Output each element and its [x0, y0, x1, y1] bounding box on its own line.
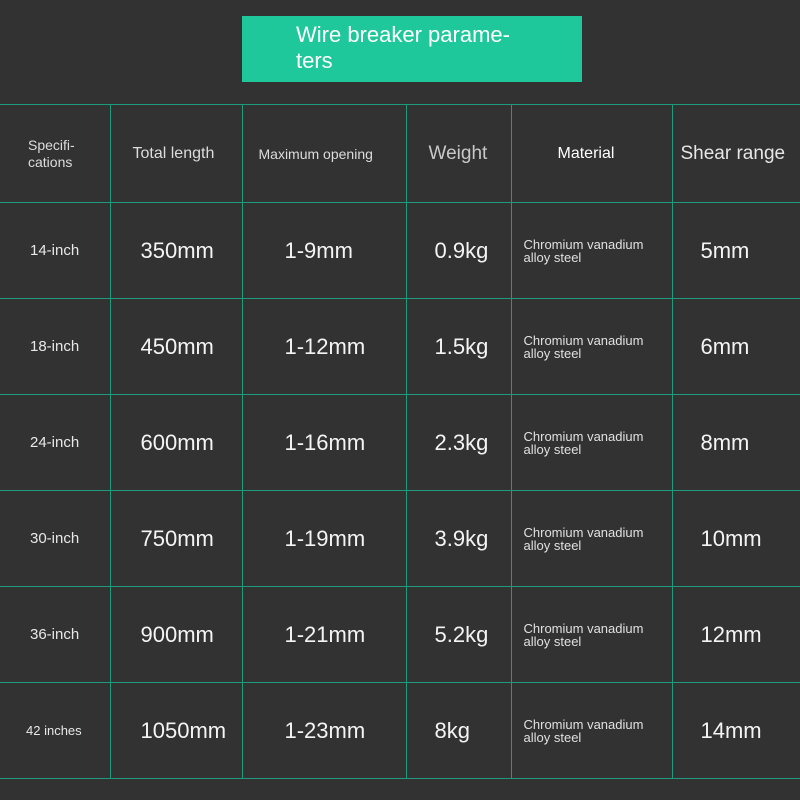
- header-shear-range: Shear range: [671, 104, 800, 203]
- cell-material: Chromium vanadium alloy steel: [510, 298, 673, 395]
- table-row: 18-inch 450mm 1-12mm 1.5kg Chromium vana…: [0, 298, 800, 395]
- table-row: 30-inch 750mm 1-19mm 3.9kg Chromium vana…: [0, 490, 800, 587]
- cell-weight: 8kg: [405, 682, 512, 779]
- header-material: Material: [510, 104, 673, 203]
- cell-max-opening: 1-16mm: [241, 394, 407, 491]
- cell-spec: 14-inch: [0, 202, 111, 299]
- cell-spec: 18-inch: [0, 298, 111, 395]
- cell-weight: 2.3kg: [405, 394, 512, 491]
- cell-total-length: 900mm: [109, 586, 243, 683]
- cell-material: Chromium vanadium alloy steel: [510, 586, 673, 683]
- header-maximum-opening: Maximum opening: [241, 104, 407, 203]
- cell-total-length: 450mm: [109, 298, 243, 395]
- cell-total-length: 1050mm: [109, 682, 243, 779]
- cell-shear-range: 5mm: [671, 202, 800, 299]
- cell-max-opening: 1-23mm: [241, 682, 407, 779]
- header-row: Specifi- cations Total length Maximum op…: [0, 104, 800, 203]
- cell-shear-range: 8mm: [671, 394, 800, 491]
- cell-spec: 36-inch: [0, 586, 111, 683]
- table-row: 42 inches 1050mm 1-23mm 8kg Chromium van…: [0, 682, 800, 779]
- cell-weight: 5.2kg: [405, 586, 512, 683]
- cell-material: Chromium vanadium alloy steel: [510, 202, 673, 299]
- cell-shear-range: 14mm: [671, 682, 800, 779]
- cell-total-length: 600mm: [109, 394, 243, 491]
- cell-weight: 0.9kg: [405, 202, 512, 299]
- table-row: 24-inch 600mm 1-16mm 2.3kg Chromium vana…: [0, 394, 800, 491]
- header-total-length: Total length: [109, 104, 243, 203]
- cell-max-opening: 1-9mm: [241, 202, 407, 299]
- cell-total-length: 750mm: [109, 490, 243, 587]
- title-line-1: Wire breaker parame-: [296, 22, 510, 47]
- cell-material: Chromium vanadium alloy steel: [510, 394, 673, 491]
- cell-shear-range: 10mm: [671, 490, 800, 587]
- cell-total-length: 350mm: [109, 202, 243, 299]
- cell-weight: 3.9kg: [405, 490, 512, 587]
- cell-spec: 42 inches: [0, 682, 111, 779]
- cell-spec: 30-inch: [0, 490, 111, 587]
- cell-spec: 24-inch: [0, 394, 111, 491]
- title-banner: Wire breaker parame- ters: [242, 16, 582, 82]
- cell-max-opening: 1-12mm: [241, 298, 407, 395]
- header-specifications: Specifi- cations: [0, 104, 111, 203]
- cell-max-opening: 1-21mm: [241, 586, 407, 683]
- cell-material: Chromium vanadium alloy steel: [510, 490, 673, 587]
- title-line-2: ters: [296, 48, 333, 73]
- table-row: 14-inch 350mm 1-9mm 0.9kg Chromium vanad…: [0, 202, 800, 299]
- cell-shear-range: 6mm: [671, 298, 800, 395]
- cell-max-opening: 1-19mm: [241, 490, 407, 587]
- cell-weight: 1.5kg: [405, 298, 512, 395]
- cell-shear-range: 12mm: [671, 586, 800, 683]
- parameters-table: Specifi- cations Total length Maximum op…: [0, 104, 800, 779]
- table-row: 36-inch 900mm 1-21mm 5.2kg Chromium vana…: [0, 586, 800, 683]
- header-weight: Weight: [405, 104, 512, 203]
- cell-material: Chromium vanadium alloy steel: [510, 682, 673, 779]
